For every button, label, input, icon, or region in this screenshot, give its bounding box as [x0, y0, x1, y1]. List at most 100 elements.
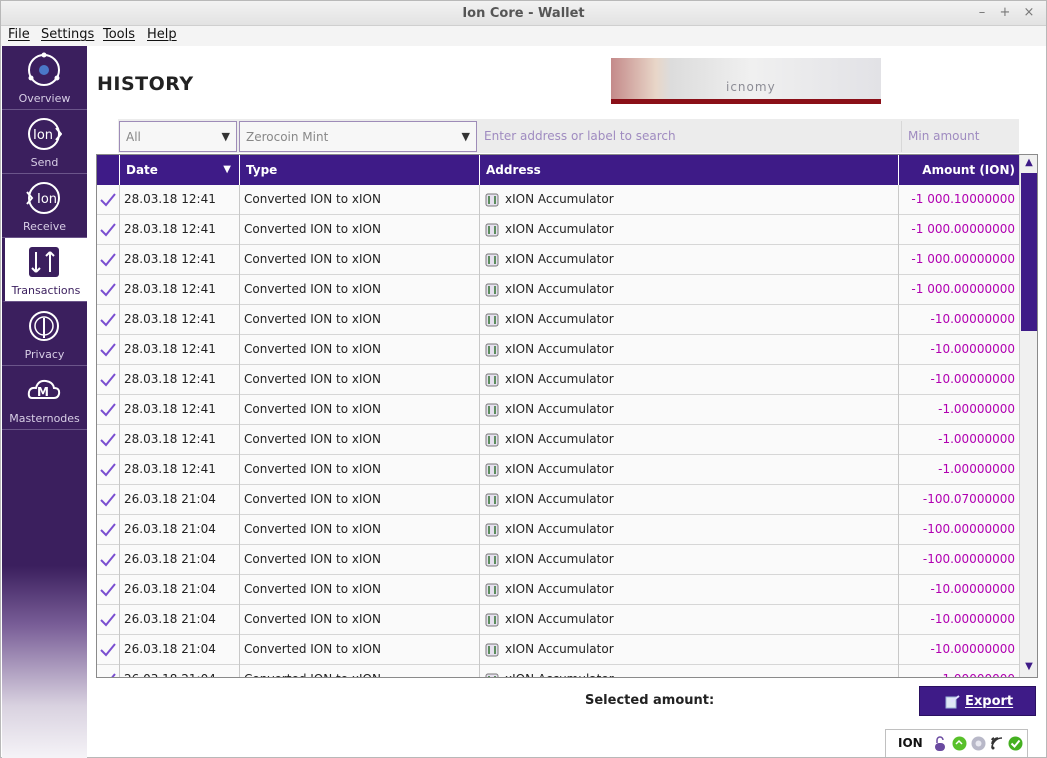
status-cell	[97, 455, 120, 485]
export-icon	[945, 695, 960, 709]
accumulator-icon	[485, 373, 499, 387]
menu-settings[interactable]: Settings	[41, 27, 94, 42]
accumulator-icon	[485, 253, 499, 267]
table-row[interactable]: 26.03.18 21:04Converted ION to xION xION …	[97, 485, 1019, 515]
menu-help[interactable]: Help	[147, 27, 177, 42]
date-column-header[interactable]: Date ▼	[120, 155, 240, 185]
address-label: xION Accumulator	[505, 312, 614, 326]
status-cell	[97, 665, 120, 677]
accumulator-icon	[485, 403, 499, 417]
status-cell	[97, 485, 120, 515]
type-cell: Converted ION to xION	[240, 635, 480, 665]
address-label: xION Accumulator	[505, 192, 614, 206]
chevron-down-icon: ▼	[221, 130, 230, 143]
address-label: xION Accumulator	[505, 552, 614, 566]
table-row[interactable]: 28.03.18 12:41 Converted ION to xION xION …	[97, 305, 1019, 335]
amount-cell: -10.00000000	[930, 372, 1016, 386]
date-cell: 26.03.18 21:04	[120, 545, 240, 575]
sidebar-item-label: Transactions	[11, 284, 81, 297]
sidebar-item-privacy[interactable]: Privacy	[2, 302, 87, 366]
svg-text:M: M	[37, 385, 49, 399]
confirmed-check-icon	[100, 463, 116, 477]
amount-cell: -10.00000000	[930, 312, 1016, 326]
address-label: xION Accumulator	[505, 342, 614, 356]
table-row[interactable]: 28.03.18 12:41 Converted ION to xION xION …	[97, 425, 1019, 455]
confirmed-check-icon	[111, 673, 116, 677]
chevron-down-icon: ▼	[461, 130, 470, 143]
status-column-header[interactable]	[97, 155, 120, 185]
sidebar-item-send[interactable]: Ion Send	[2, 110, 87, 174]
type-column-header[interactable]: Type	[240, 155, 480, 185]
scroll-up-icon[interactable]: ▲	[1020, 155, 1037, 171]
type-cell: Converted ION to xION	[240, 545, 480, 575]
confirmed-check-icon	[100, 553, 116, 567]
table-row[interactable]: 26.03.18 21:04Converted ION to xION xION …	[97, 575, 1019, 605]
type-cell: Converted ION to xION	[240, 485, 480, 515]
scroll-down-icon[interactable]: ▼	[1020, 659, 1037, 675]
table-row[interactable]: 26.03.18 21:04Converted ION to xION xION …	[97, 605, 1019, 635]
address-label: xION Accumulator	[505, 522, 614, 536]
maximize-icon[interactable]: +	[996, 4, 1014, 22]
confirmed-check-icon	[100, 373, 116, 387]
status-cell	[97, 215, 120, 245]
table-row[interactable]: 26.03.18 21:04Converted ION to xION xION …	[97, 665, 1019, 677]
menu-file[interactable]: File	[8, 27, 30, 42]
status-cell	[97, 395, 120, 425]
sidebar-item-receive[interactable]: Ion Receive	[2, 174, 87, 238]
display-unit[interactable]: ION	[898, 736, 923, 750]
search-input[interactable]: Enter address or label to search	[478, 121, 901, 152]
filter-bar: All ▼ Zerocoin Mint ▼ Enter address or l…	[118, 119, 1019, 153]
menu-tools[interactable]: Tools	[103, 27, 135, 42]
type-filter-dropdown[interactable]: Zerocoin Mint ▼	[239, 121, 477, 152]
date-cell: 28.03.18 12:41	[120, 425, 240, 455]
sidebar-item-masternodes[interactable]: M Masternodes	[2, 366, 87, 430]
sidebar-item-transactions[interactable]: Transactions	[2, 238, 87, 302]
type-cell: Converted ION to xION	[240, 245, 480, 275]
lock-icon[interactable]	[934, 736, 946, 752]
minimize-icon[interactable]: –	[973, 4, 991, 22]
table-row[interactable]: 28.03.18 12:41 Converted ION to xION xION …	[97, 275, 1019, 305]
table-row[interactable]: 28.03.18 12:41 Converted ION to xION xION …	[97, 455, 1019, 485]
confirmed-check-icon	[100, 493, 116, 507]
type-cell: Converted ION to xION	[240, 575, 480, 605]
amount-cell: -1 000.00000000	[911, 252, 1015, 266]
amount-cell: -1 000.00000000	[911, 222, 1015, 236]
table-row[interactable]: 26.03.18 21:04Converted ION to xION xION …	[97, 545, 1019, 575]
connections-icon[interactable]	[990, 736, 1004, 750]
date-filter-dropdown[interactable]: All ▼	[119, 121, 237, 152]
table-row[interactable]: 28.03.18 12:41 Converted ION to xION xION …	[97, 335, 1019, 365]
min-amount-input[interactable]: Min amount	[901, 121, 1019, 152]
table-row[interactable]: 28.03.18 12:41 Converted ION to xION xION …	[97, 365, 1019, 395]
amount-column-header[interactable]: Amount (ION)	[899, 155, 1019, 185]
type-cell: Converted ION to xION	[240, 335, 480, 365]
table-row[interactable]: 28.03.18 12:41 Converted ION to xION xION …	[97, 185, 1019, 215]
sidebar-item-label: Send	[30, 156, 59, 169]
export-button[interactable]: Export	[919, 686, 1036, 716]
address-cell: xION Accumulator	[480, 665, 899, 677]
address-cell: xION Accumulator	[480, 185, 899, 215]
table-row[interactable]: 28.03.18 12:41 Converted ION to xION xION …	[97, 395, 1019, 425]
table-scrollbar[interactable]: ▲ ▼	[1019, 155, 1037, 677]
table-row[interactable]: 28.03.18 12:41 Converted ION to xION xION …	[97, 245, 1019, 275]
status-cell	[97, 365, 120, 395]
sidebar: Overview Ion Send Ion Receive Transactio…	[2, 46, 87, 758]
address-label: xION Accumulator	[505, 282, 614, 296]
address-label: xION Accumulator	[505, 462, 614, 476]
table-row[interactable]: 28.03.18 12:41 Converted ION to xION xION …	[97, 215, 1019, 245]
address-column-header[interactable]: Address	[480, 155, 899, 185]
amount-cell: -10.00000000	[930, 642, 1016, 656]
table-row[interactable]: 26.03.18 21:04Converted ION to xION xION …	[97, 515, 1019, 545]
amount-cell: -1.00000000	[938, 462, 1015, 476]
address-cell: xION Accumulator	[480, 605, 899, 635]
scrollbar-thumb[interactable]	[1021, 173, 1037, 331]
address-cell: xION Accumulator	[480, 425, 899, 455]
page-title: HISTORY	[97, 73, 194, 95]
close-icon[interactable]: ×	[1020, 4, 1038, 22]
address-cell: xION Accumulator	[480, 575, 899, 605]
sidebar-item-overview[interactable]: Overview	[2, 46, 87, 110]
table-row[interactable]: 26.03.18 21:04Converted ION to xION xION …	[97, 635, 1019, 665]
staking-icon	[952, 736, 967, 751]
masternodes-icon: M	[27, 379, 61, 399]
date-cell: 26.03.18 21:04	[120, 485, 240, 515]
synced-icon	[1008, 736, 1023, 751]
